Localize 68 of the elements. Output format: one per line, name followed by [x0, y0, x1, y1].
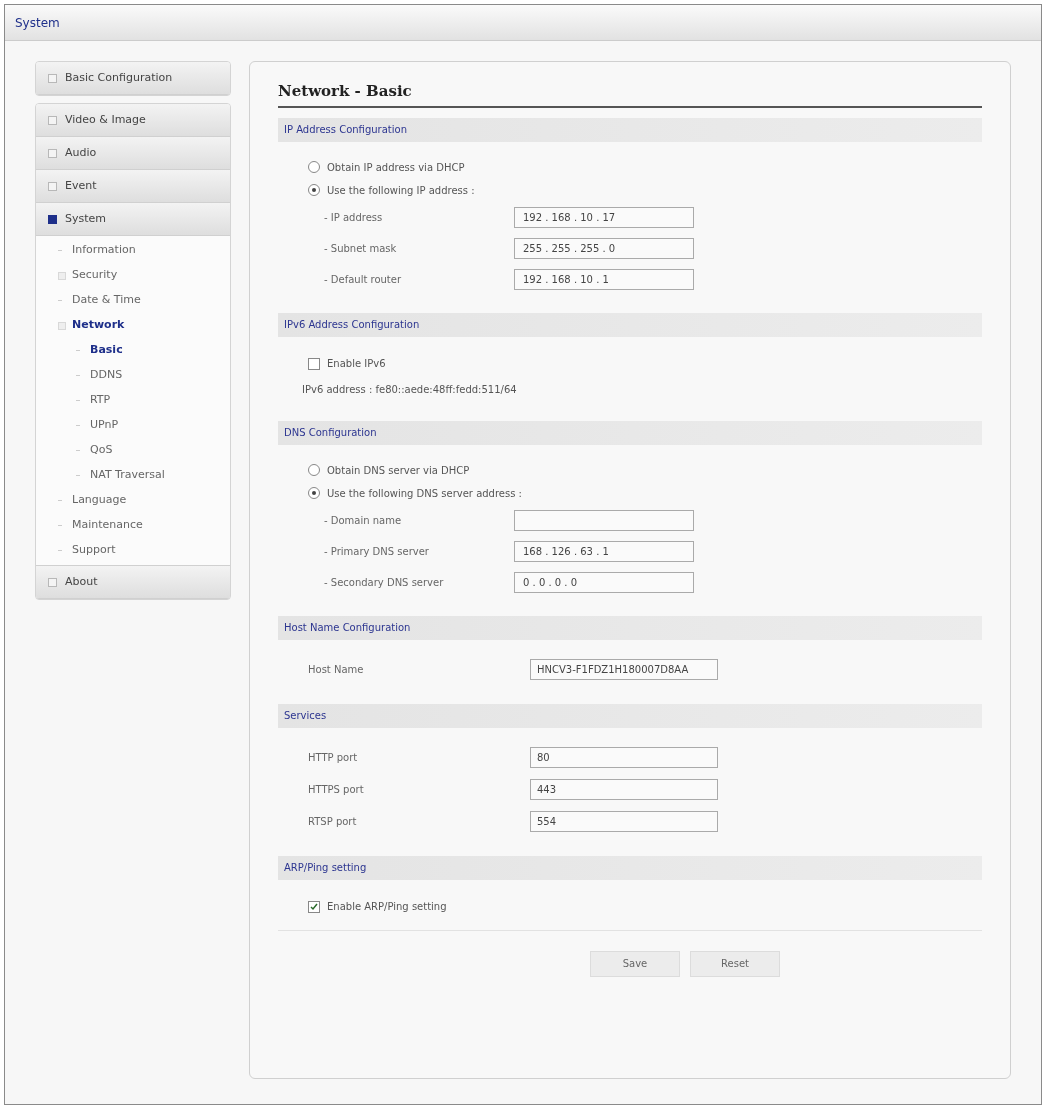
input-field[interactable]: 0 . 0 . 0 . 0 [514, 571, 694, 593]
field-label: - Domain name [324, 513, 403, 528]
radio-button[interactable] [308, 161, 320, 173]
expand-icon [48, 148, 57, 158]
checkbox[interactable] [308, 900, 320, 913]
radio-button[interactable] [308, 184, 320, 196]
sidebar-item[interactable]: Video & Image [36, 104, 230, 137]
form-button[interactable]: Save [590, 950, 680, 977]
sidebar-subitem[interactable]: DDNS [90, 367, 123, 384]
field-label: - Default router [324, 272, 403, 287]
sidebar-subitem[interactable]: Date & Time [72, 292, 141, 309]
input-field[interactable]: 192 . 168 . 10 . 1 [514, 268, 694, 290]
expand-icon [48, 115, 57, 125]
section-header: Host Name Configuration [278, 615, 982, 640]
input-field[interactable]: 443 [530, 779, 718, 800]
section-header: DNS Configuration [278, 420, 982, 445]
section-header: ARP/Ping setting [278, 855, 982, 880]
expand-icon [48, 73, 57, 83]
checkbox-label: Enable ARP/Ping setting [327, 900, 447, 914]
sidebar-subitem[interactable]: Basic [90, 342, 123, 359]
section-header: IP Address Configuration [278, 117, 982, 142]
sidebar-subitem[interactable]: Support [72, 542, 116, 559]
collapse-icon [48, 214, 57, 224]
info-text: IPv6 address : fe80::aede:48ff:fedd:511/64 [302, 383, 517, 397]
radio-button[interactable] [308, 464, 320, 476]
input-field[interactable]: 255 . 255 . 255 . 0 [514, 237, 694, 259]
sidebar-item[interactable]: Event [36, 170, 230, 203]
field-label: - Subnet mask [324, 241, 398, 256]
sidebar-item[interactable]: Basic Configuration [36, 62, 230, 95]
checkbox[interactable] [308, 357, 320, 370]
input-field[interactable]: 168 . 126 . 63 . 1 [514, 540, 694, 562]
sidebar-subitem[interactable]: Network [72, 317, 125, 334]
header-title: System [15, 14, 60, 32]
page-title: Network - Basic [278, 80, 982, 108]
sidebar-item[interactable]: About [36, 566, 230, 599]
sidebar-item[interactable]: Audio [36, 137, 230, 170]
expand-icon [48, 181, 57, 191]
sidebar-subitem[interactable]: QoS [90, 442, 113, 459]
field-label: Host Name [308, 663, 365, 677]
sidebar-subitem[interactable]: Language [72, 492, 127, 509]
sidebar-subitem[interactable]: UPnP [90, 417, 119, 434]
radio-label: Obtain IP address via DHCP [327, 160, 465, 175]
field-label: - Secondary DNS server [324, 575, 445, 590]
input-field[interactable]: 192 . 168 . 10 . 17 [514, 206, 694, 228]
sidebar-subitem[interactable]: RTP [90, 392, 111, 409]
radio-label: Use the following IP address : [327, 183, 475, 198]
form-button[interactable]: Reset [690, 950, 780, 977]
field-label: HTTPS port [308, 783, 365, 797]
input-field[interactable]: 554 [530, 811, 718, 832]
checkbox-label: Enable IPv6 [327, 357, 386, 371]
sidebar-subitem[interactable]: Security [72, 267, 118, 284]
field-label: RTSP port [308, 815, 358, 829]
sidebar-subitem[interactable]: Information [72, 242, 136, 259]
radio-label: Use the following DNS server address : [327, 486, 522, 501]
input-field[interactable]: HNCV3-F1FDZ1H180007D8AA [530, 659, 718, 680]
radio-button[interactable] [308, 487, 320, 499]
section-header: IPv6 Address Configuration [278, 312, 982, 337]
field-label: - Primary DNS server [324, 544, 430, 559]
expand-icon [48, 577, 57, 587]
sidebar-item[interactable]: System [36, 203, 230, 236]
field-label: - IP address [324, 210, 384, 225]
section-header: Services [278, 703, 982, 728]
sidebar-subitem[interactable]: NAT Traversal [90, 467, 165, 484]
sidebar-subitem[interactable]: Maintenance [72, 517, 143, 534]
radio-label: Obtain DNS server via DHCP [327, 463, 470, 478]
field-label: HTTP port [308, 751, 359, 765]
input-field[interactable]: 80 [530, 747, 718, 768]
input-field[interactable] [514, 509, 694, 531]
